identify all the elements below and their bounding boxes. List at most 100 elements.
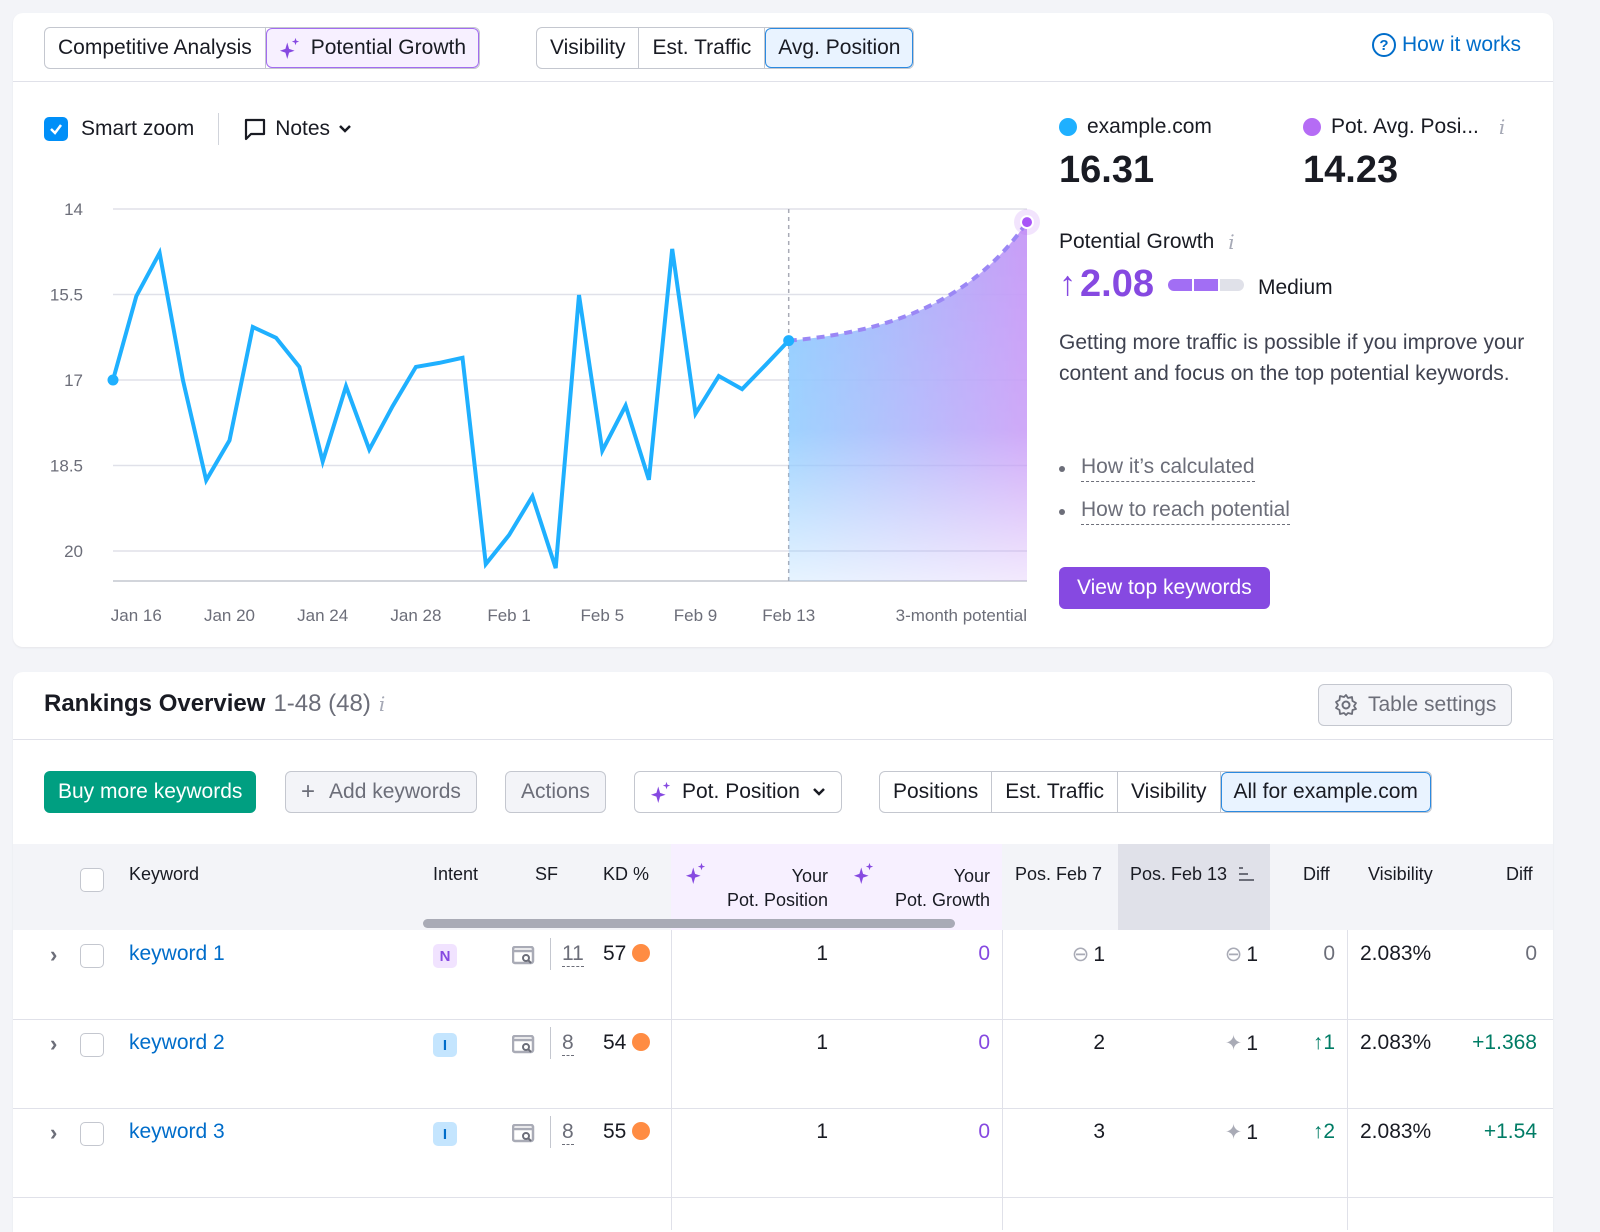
tab-est-traffic[interactable]: Est. Traffic: [992, 772, 1119, 812]
mode-tabs: Competitive Analysis Potential Growth: [44, 27, 480, 69]
chart-toolbar: Smart zoom Notes: [44, 113, 352, 145]
difficulty-dot-icon: [632, 944, 651, 962]
data-point: [623, 403, 629, 409]
tab-competitive-analysis[interactable]: Competitive Analysis: [45, 28, 266, 68]
column-pos-feb7[interactable]: Pos. Feb 7: [1015, 864, 1102, 885]
x-tick-label: 3-month potential: [896, 606, 1027, 625]
pot-position-value: 1: [816, 1031, 828, 1054]
column-sf[interactable]: SF: [535, 864, 558, 885]
buy-more-keywords-button[interactable]: Buy more keywords: [44, 771, 257, 813]
data-point: [762, 362, 768, 368]
featured-snippet-icon: ✦: [1224, 1032, 1243, 1055]
data-point: [783, 335, 795, 347]
row-checkbox[interactable]: [80, 1122, 104, 1146]
divider: [13, 81, 1553, 82]
how-it-works-link[interactable]: ? How it works: [1371, 33, 1521, 57]
serp-preview-icon[interactable]: [511, 945, 536, 966]
tab-all-for-domain[interactable]: All for example.com: [1220, 772, 1431, 812]
help-link-item: How to reach potential: [1059, 498, 1290, 525]
gear-icon: [1335, 694, 1357, 716]
info-icon[interactable]: i: [379, 692, 385, 716]
how-reach-potential-link[interactable]: How to reach potential: [1081, 498, 1290, 525]
kd-number: 57: [603, 942, 627, 965]
add-keywords-button[interactable]: + Add keywords: [285, 771, 477, 813]
column-diff[interactable]: Diff: [1303, 864, 1330, 885]
actions-button[interactable]: Actions: [505, 771, 606, 813]
potential-growth-description: Getting more traffic is possible if you …: [1059, 331, 1525, 385]
sf-count[interactable]: 11: [562, 942, 584, 967]
how-calculated-link[interactable]: How it’s calculated: [1081, 455, 1255, 482]
info-icon[interactable]: i: [1499, 115, 1505, 139]
help-links: How it’s calculated How to reach potenti…: [1059, 455, 1290, 541]
position-diff: ↑2: [1283, 1120, 1335, 1144]
kd-value: 54: [603, 1031, 651, 1055]
column-pot-growth[interactable]: Your Pot. Growth: [879, 864, 990, 912]
data-point: [343, 383, 349, 389]
tab-positions[interactable]: Positions: [880, 772, 993, 812]
x-tick-label: Jan 16: [111, 606, 162, 625]
data-point: [320, 459, 326, 465]
view-top-keywords-button[interactable]: View top keywords: [1059, 567, 1270, 609]
pot-position-select[interactable]: Pot. Position: [634, 771, 842, 813]
column-intent[interactable]: Intent: [433, 864, 478, 885]
meter-segment: [1193, 278, 1218, 291]
keyword-link[interactable]: keyword 1: [129, 942, 225, 966]
difficulty-dot-icon: [632, 1033, 651, 1051]
chevron-down-icon: [339, 125, 351, 133]
avg-position-chart[interactable]: 14 15.5 17 18.5 20 Jan 16 Jan 20 Jan 24 Jan 28 Fe…: [13, 183, 1053, 633]
data-point: [436, 360, 442, 366]
kd-number: 55: [603, 1120, 627, 1143]
data-point: [390, 403, 396, 409]
tab-visibility[interactable]: Visibility: [537, 28, 640, 68]
table-settings-button[interactable]: Table settings: [1318, 684, 1513, 726]
pos-feb7-value: ⊖ 1: [1015, 942, 1105, 967]
table-row[interactable]: › keyword 3 I 8 55 1 0 3 ✦ 1 ↑2 2.083% +1.54: [13, 1108, 1553, 1197]
column-visibility[interactable]: Visibility: [1368, 864, 1433, 885]
table-row[interactable]: › keyword 2 I 8 54 1 0 2 ✦ 1 ↑1 2.083% +1.368: [13, 1019, 1553, 1108]
smart-zoom-checkbox[interactable]: [44, 117, 68, 141]
select-all-checkbox[interactable]: [80, 868, 104, 892]
position-diff: ↑1: [1283, 1031, 1335, 1055]
expand-row-chevron-icon[interactable]: ›: [50, 1031, 57, 1057]
pot-position-value: 1: [816, 942, 828, 965]
potential-point: [1020, 215, 1034, 230]
position-chart-card: Competitive Analysis Potential Growth Vi…: [13, 13, 1553, 647]
expand-row-chevron-icon[interactable]: ›: [50, 942, 57, 968]
link-icon: ⊖: [1224, 943, 1243, 966]
y-tick-label: 15.5: [50, 286, 83, 305]
data-point: [529, 493, 535, 499]
potential-area: [788, 222, 1027, 582]
column-pot-position[interactable]: Your Pot. Position: [713, 864, 828, 912]
keyword-link[interactable]: keyword 2: [129, 1031, 225, 1055]
tab-est-traffic[interactable]: Est. Traffic: [639, 28, 766, 68]
data-point: [669, 246, 675, 252]
pot-growth-value: 0: [978, 1031, 990, 1054]
pot-growth-value: 0: [978, 942, 990, 965]
pos-feb13-number: 1: [1246, 1032, 1258, 1055]
horizontal-scrollbar[interactable]: [423, 919, 955, 928]
column-kd[interactable]: KD %: [603, 864, 649, 885]
serp-preview-icon[interactable]: [511, 1034, 536, 1055]
info-icon[interactable]: i: [1228, 230, 1234, 254]
visibility-value: 2.083%: [1360, 942, 1432, 965]
pos-feb13-value: ✦ 1: [1130, 1120, 1258, 1145]
table-row[interactable]: › keyword 1 N 11 57 1 0 ⊖ 1 ⊖ 1 0 2.083% 0: [13, 930, 1553, 1019]
tab-potential-growth[interactable]: Potential Growth: [265, 28, 479, 68]
column-pos-feb13[interactable]: Pos. Feb 13: [1130, 864, 1256, 885]
tab-avg-position[interactable]: Avg. Position: [765, 28, 914, 68]
comment-icon: [245, 118, 266, 141]
row-checkbox[interactable]: [80, 1033, 104, 1057]
y-tick-label: 17: [64, 371, 83, 390]
serp-preview-icon[interactable]: [511, 1123, 536, 1144]
tab-visibility[interactable]: Visibility: [1118, 772, 1221, 812]
intent-badge: N: [433, 944, 457, 968]
row-checkbox[interactable]: [80, 944, 104, 968]
notes-dropdown[interactable]: Notes: [243, 117, 352, 141]
keyword-link[interactable]: keyword 3: [129, 1120, 225, 1144]
sf-count[interactable]: 8: [562, 1120, 574, 1145]
column-keyword[interactable]: Keyword: [129, 864, 199, 885]
column-visibility-diff[interactable]: Diff: [1506, 864, 1533, 885]
sf-count[interactable]: 8: [562, 1031, 574, 1056]
kd-number: 54: [603, 1031, 627, 1054]
expand-row-chevron-icon[interactable]: ›: [50, 1120, 57, 1146]
